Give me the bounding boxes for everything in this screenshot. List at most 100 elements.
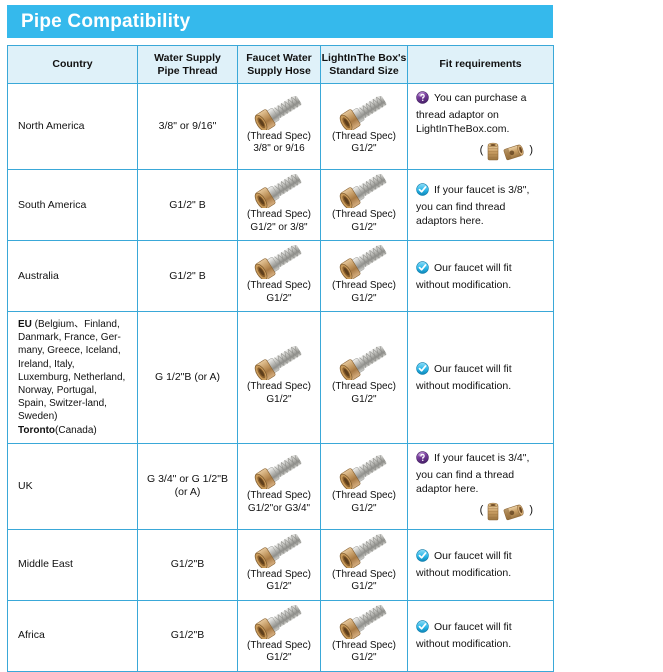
cell-pipe-thread: G1/2"B <box>137 599 238 672</box>
litb-size-caption-line2: G1/2" <box>351 502 377 514</box>
purple-question-icon <box>416 451 429 468</box>
table-header: Country Water Supply Pipe Thread Faucet … <box>7 45 554 84</box>
cell-litb-standard-size: (Thread Spec) G1/2" <box>320 599 408 672</box>
litb-size-caption-line1: (Thread Spec) <box>332 490 396 502</box>
table-row: Australia G1/2" B (Thread Spec) G1/2" (Threa… <box>7 240 554 312</box>
country-name: Australia <box>18 269 59 282</box>
cell-pipe-thread: G1/2" B <box>137 169 238 241</box>
faucet-hose-caption-line2: G1/2" <box>266 652 292 664</box>
country-name-list: EU (Belgium、Finland, Danmark, France, Ge… <box>18 318 127 437</box>
fit-requirement-note: Our faucet will fit without modification… <box>416 549 545 580</box>
cell-country: South America <box>7 169 138 241</box>
cell-faucet-hose: (Thread Spec) G1/2" <box>237 599 321 672</box>
pipe-thread-value: G1/2"B <box>170 558 205 571</box>
pipe-thread-line1: G 3/4" or G 1/2"B <box>147 473 228 486</box>
litb-size-caption-line1: (Thread Spec) <box>332 130 396 142</box>
faucet-hose-caption-line1: (Thread Spec) <box>247 209 311 220</box>
faucet-hose-caption: (Thread Spec) G1/2" <box>240 280 318 305</box>
thread-adaptor-images <box>488 142 524 161</box>
cell-fit-requirements: Our faucet will fit without modification… <box>407 528 554 601</box>
litb-size-caption-line1: (Thread Spec) <box>332 209 396 220</box>
fit-requirement-text: If your faucet is 3/4", you can find a t… <box>416 451 530 495</box>
faucet-hose-image <box>254 346 302 381</box>
adaptor-cylinder <box>488 502 499 521</box>
faucet-hose-caption: (Thread Spec) G1/2" <box>240 381 318 406</box>
faucet-hose-caption-line1: (Thread Spec) <box>247 130 311 142</box>
country-name: UK <box>18 479 33 492</box>
litb-size-caption-line2: G1/2" <box>351 221 377 233</box>
pipe-thread-value: G1/2" B <box>169 269 206 282</box>
faucet-hose-image <box>254 533 302 568</box>
blue-check-icon <box>416 620 429 637</box>
cell-fit-requirements: Our faucet will fit without modification… <box>407 311 554 444</box>
cell-litb-standard-size: (Thread Spec) G1/2" <box>320 311 408 444</box>
litb-size-caption-line1: (Thread Spec) <box>332 381 396 393</box>
cell-country: Australia <box>7 240 138 312</box>
litb-size-caption: (Thread Spec) G1/2" <box>323 209 405 234</box>
faucet-hose-caption-line1: (Thread Spec) <box>247 639 311 651</box>
litb-size-caption-line2: G1/2" <box>351 581 377 593</box>
pipe-thread-value: G 1/2"B (or A) <box>155 370 220 383</box>
faucet-hose-caption-line1: (Thread Spec) <box>247 568 311 580</box>
pipe-thread-value: G1/2"B <box>170 629 205 642</box>
cell-litb-standard-size: (Thread Spec) G1/2" <box>320 83 408 170</box>
blue-check-icon <box>416 549 429 566</box>
column-header-litb-size-line2: Standard Size <box>329 64 399 77</box>
pipe-thread-line2: (or A) <box>174 486 201 499</box>
faucet-hose-image <box>339 455 387 490</box>
fit-requirement-note: If your faucet is 3/4", you can find a t… <box>416 451 545 496</box>
litb-size-caption-line1: (Thread Spec) <box>332 639 396 651</box>
fit-requirement-text: You can purchase a thread adaptor on Lig… <box>416 92 527 135</box>
cell-faucet-hose: (Thread Spec) 3/8" or 9/16 <box>237 83 321 170</box>
faucet-hose-caption: (Thread Spec) G1/2" <box>240 569 318 594</box>
table-row: South America G1/2" B (Thread Spec) G1/2" o… <box>7 169 554 241</box>
faucet-hose-caption-line1: (Thread Spec) <box>247 490 311 502</box>
adaptor-open-paren: ( <box>479 143 484 156</box>
faucet-hose-image <box>339 533 387 568</box>
cell-litb-standard-size: (Thread Spec) G1/2" <box>320 528 408 601</box>
column-header-litb-size: LightInThe Box's Standard Size <box>320 45 408 84</box>
column-header-country: Country <box>7 45 138 84</box>
litb-size-caption-line2: G1/2" <box>351 292 377 304</box>
faucet-hose-caption-line2: 3/8" or 9/16 <box>253 143 305 154</box>
litb-size-caption: (Thread Spec) G1/2" <box>323 640 405 665</box>
faucet-hose-caption-line2: G1/2" <box>266 581 292 593</box>
cell-fit-requirements: You can purchase a thread adaptor on Lig… <box>407 83 554 170</box>
faucet-hose-image <box>254 95 302 130</box>
blue-check-icon <box>416 260 429 278</box>
adaptor-hex <box>503 144 524 161</box>
fit-requirement-text: Our faucet will fit without modification… <box>416 362 512 392</box>
faucet-hose-caption-line2: G1/2" <box>266 393 292 405</box>
faucet-hose-image <box>254 604 302 639</box>
pipe-thread-value: G1/2" B <box>169 198 206 211</box>
country-extra-bold: Toronto <box>18 424 56 436</box>
cell-fit-requirements: Our faucet will fit without modification… <box>407 240 554 312</box>
fit-requirement-note: You can purchase a thread adaptor on Lig… <box>416 91 545 136</box>
column-header-pipe-thread-line1: Water Supply <box>154 51 221 64</box>
table-body: North America 3/8" or 9/16" (Thread Spec) 3… <box>7 83 554 672</box>
faucet-hose-image <box>254 174 302 208</box>
faucet-hose-image <box>339 95 387 130</box>
cell-country: EU (Belgium、Finland, Danmark, France, Ge… <box>7 311 138 444</box>
adaptor-close-paren: ) <box>529 143 533 156</box>
litb-size-caption-line2: G1/2" <box>351 143 377 154</box>
country-member-list: (Belgium、Finland, Danmark, France, Ger-m… <box>18 319 126 423</box>
adaptor-illustration-line: () <box>416 142 545 162</box>
column-header-litb-size-line1: LightInThe Box's <box>321 51 407 64</box>
table-row: Africa G1/2"B (Thread Spec) G1/2" (Thread Sp… <box>7 599 554 672</box>
cell-country: UK <box>7 442 138 530</box>
cell-pipe-thread: 3/8" or 9/16" <box>137 83 238 170</box>
faucet-hose-image <box>339 245 387 279</box>
pipe-compatibility-page: Pipe Compatibility Country Water Supply … <box>0 0 663 672</box>
table-row: Middle East G1/2"B (Thread Spec) G1/2" (Thre… <box>7 528 554 601</box>
thread-adaptor-images <box>488 502 524 521</box>
adaptor-close-paren: ) <box>529 503 533 516</box>
cell-faucet-hose: (Thread Spec) G1/2"or G3/4" <box>237 442 321 530</box>
fit-requirement-text: Our faucet will fit without modification… <box>416 621 512 651</box>
fit-requirement-note: Our faucet will fit without modification… <box>416 260 545 292</box>
column-header-faucet-hose: Faucet Water Supply Hose <box>237 45 321 84</box>
fit-requirement-text: Our faucet will fit without modification… <box>416 550 512 580</box>
cell-country: Middle East <box>7 528 138 601</box>
cell-faucet-hose: (Thread Spec) G1/2" <box>237 311 321 444</box>
fit-requirement-note: If your faucet is 3/8", you can find thr… <box>416 182 545 228</box>
